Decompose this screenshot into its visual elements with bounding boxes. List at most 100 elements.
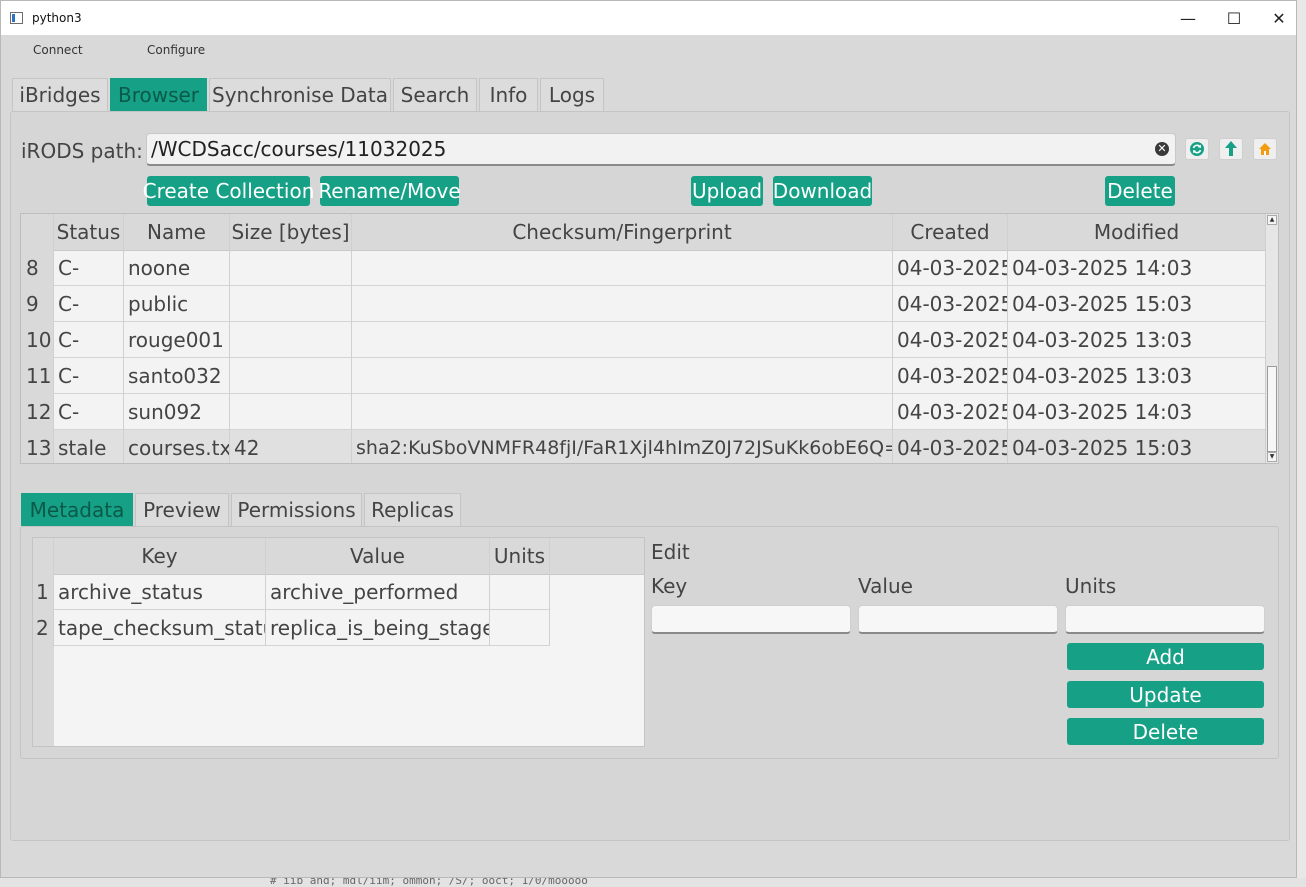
cell-checksum bbox=[352, 286, 893, 322]
cell-name: rouge001 bbox=[124, 322, 230, 358]
table-row[interactable]: 9 C- public 04-03-2025 04-03-2025 15:03 bbox=[21, 286, 1265, 322]
tab-info[interactable]: Info bbox=[479, 78, 538, 111]
meta-key: archive_status bbox=[54, 574, 266, 610]
tab-preview[interactable]: Preview bbox=[135, 493, 229, 526]
cell-name: santo032 bbox=[124, 358, 230, 394]
table-row[interactable]: 8 C- noone 04-03-2025 04-03-2025 14:03 bbox=[21, 250, 1265, 286]
collection-table: Status Name Size [bytes] Checksum/Finger… bbox=[20, 213, 1279, 464]
tab-search[interactable]: Search bbox=[393, 78, 477, 111]
table-row[interactable]: 10 C- rouge001 04-03-2025 04-03-2025 13:… bbox=[21, 322, 1265, 358]
create-collection-button[interactable]: Create Collection bbox=[143, 176, 314, 206]
cell-created: 04-03-2025 bbox=[893, 286, 1008, 322]
table-row[interactable]: 11 C- santo032 04-03-2025 04-03-2025 13:… bbox=[21, 358, 1265, 394]
header-key[interactable]: Key bbox=[54, 538, 266, 574]
cell-created: 04-03-2025 bbox=[893, 358, 1008, 394]
cell-modified: 04-03-2025 14:03 bbox=[1012, 256, 1193, 280]
metadata-row[interactable]: 1 archive_status archive_performed bbox=[33, 574, 550, 610]
rename-move-button[interactable]: Rename/Move bbox=[318, 176, 461, 206]
header-checksum[interactable]: Checksum/Fingerprint bbox=[352, 214, 893, 250]
row-number: 8 bbox=[21, 250, 54, 286]
meta-value: replica_is_being_staged bbox=[266, 610, 490, 646]
tab-browser[interactable]: Browser bbox=[110, 78, 207, 111]
irods-path-label: iRODS path: bbox=[21, 139, 143, 163]
cell-name: public bbox=[124, 286, 230, 322]
tab-metadata[interactable]: Metadata bbox=[21, 493, 133, 526]
units-input[interactable] bbox=[1065, 605, 1265, 634]
menu-configure[interactable]: Configure bbox=[147, 43, 205, 57]
cell-name: sun092 bbox=[124, 394, 230, 430]
tab-synchronise-data[interactable]: Synchronise Data bbox=[209, 78, 391, 111]
cell-checksum bbox=[352, 250, 893, 286]
arrow-up-icon bbox=[1225, 141, 1237, 156]
update-button[interactable]: Update bbox=[1067, 681, 1264, 708]
home-icon bbox=[1259, 143, 1271, 155]
edit-title: Edit bbox=[651, 540, 690, 564]
edit-key-label: Key bbox=[651, 574, 688, 598]
tab-ibridges[interactable]: iBridges bbox=[12, 78, 108, 111]
cell-created: 04-03-2025 bbox=[893, 430, 1008, 463]
delete-button[interactable]: Delete bbox=[1105, 176, 1175, 206]
cell-checksum: sha2:KuSboVNMFR48fjI/FaR1Xjl4hImZ0J72JSu… bbox=[352, 430, 893, 463]
refresh-button[interactable] bbox=[1185, 138, 1209, 160]
scroll-thumb[interactable] bbox=[1267, 366, 1277, 452]
irods-path-input[interactable]: /WCDSacc/courses/11032025 bbox=[146, 133, 1176, 166]
metadata-row[interactable]: 2 tape_checksum_status replica_is_being_… bbox=[33, 610, 550, 646]
cell-status: C- bbox=[54, 250, 124, 286]
meta-units bbox=[490, 574, 550, 610]
parent-folder-button[interactable] bbox=[1219, 138, 1243, 160]
cell-created: 04-03-2025 bbox=[893, 322, 1008, 358]
irods-path-value: /WCDSacc/courses/11032025 bbox=[151, 137, 447, 161]
tab-replicas[interactable]: Replicas bbox=[364, 493, 461, 526]
table-row[interactable]: 12 C- sun092 04-03-2025 04-03-2025 14:03 bbox=[21, 394, 1265, 430]
header-value[interactable]: Value bbox=[266, 538, 490, 574]
table-header: Status Name Size [bytes] Checksum/Finger… bbox=[21, 214, 1265, 251]
cell-size bbox=[230, 286, 352, 322]
close-icon[interactable]: ✕ bbox=[1256, 1, 1302, 35]
app-icon bbox=[10, 12, 23, 24]
refresh-icon bbox=[1190, 142, 1204, 156]
table-scrollbar[interactable]: ▲ ▼ bbox=[1265, 214, 1278, 463]
cell-name: noone bbox=[124, 250, 230, 286]
cell-status: C- bbox=[54, 394, 124, 430]
meta-key: tape_checksum_status bbox=[54, 610, 266, 646]
edit-value-label: Value bbox=[858, 574, 913, 598]
menu-connect[interactable]: Connect bbox=[33, 43, 83, 57]
desktop-background-bottom bbox=[0, 878, 1306, 887]
minimize-icon[interactable]: — bbox=[1165, 1, 1211, 35]
row-number: 13 bbox=[21, 430, 54, 463]
header-modified[interactable]: Modified bbox=[1008, 214, 1265, 250]
cell-status: stale bbox=[54, 430, 124, 463]
cell-size bbox=[230, 250, 352, 286]
home-button[interactable] bbox=[1253, 138, 1277, 160]
table-row-selected[interactable]: 13 stale courses.txt 42 sha2:KuSboVNMFR4… bbox=[21, 430, 1265, 463]
row-number: 9 bbox=[21, 286, 54, 322]
row-number: 1 bbox=[33, 574, 54, 610]
cell-created: 04-03-2025 bbox=[893, 250, 1008, 286]
tab-logs[interactable]: Logs bbox=[540, 78, 604, 111]
desktop-background bbox=[1296, 0, 1306, 887]
scroll-down-icon[interactable]: ▼ bbox=[1267, 452, 1277, 462]
download-button[interactable]: Download bbox=[773, 176, 872, 206]
edit-units-label: Units bbox=[1065, 574, 1117, 598]
cell-modified: 04-03-2025 13:03 bbox=[1012, 364, 1193, 388]
key-input[interactable] bbox=[651, 605, 851, 634]
metadata-table: Key Value Units 1 archive_status archive… bbox=[32, 537, 645, 747]
header-name[interactable]: Name bbox=[124, 214, 230, 250]
cell-modified: 04-03-2025 15:03 bbox=[1012, 292, 1193, 316]
tab-permissions[interactable]: Permissions bbox=[231, 493, 362, 526]
header-created[interactable]: Created bbox=[893, 214, 1008, 250]
row-number: 12 bbox=[21, 394, 54, 430]
header-units[interactable]: Units bbox=[490, 538, 550, 574]
header-size[interactable]: Size [bytes] bbox=[230, 214, 352, 250]
metadata-delete-button[interactable]: Delete bbox=[1067, 718, 1264, 745]
header-status[interactable]: Status bbox=[54, 214, 124, 250]
upload-button[interactable]: Upload bbox=[691, 176, 763, 206]
cell-modified: 04-03-2025 15:03 bbox=[1012, 436, 1193, 460]
maximize-icon[interactable]: ☐ bbox=[1211, 1, 1257, 35]
scroll-up-icon[interactable]: ▲ bbox=[1267, 215, 1277, 225]
window-title: python3 bbox=[32, 11, 82, 25]
menu-bar: Connect Configure bbox=[1, 35, 1296, 65]
add-button[interactable]: Add bbox=[1067, 643, 1264, 670]
clear-icon[interactable]: ✕ bbox=[1155, 142, 1169, 156]
value-input[interactable] bbox=[858, 605, 1058, 634]
